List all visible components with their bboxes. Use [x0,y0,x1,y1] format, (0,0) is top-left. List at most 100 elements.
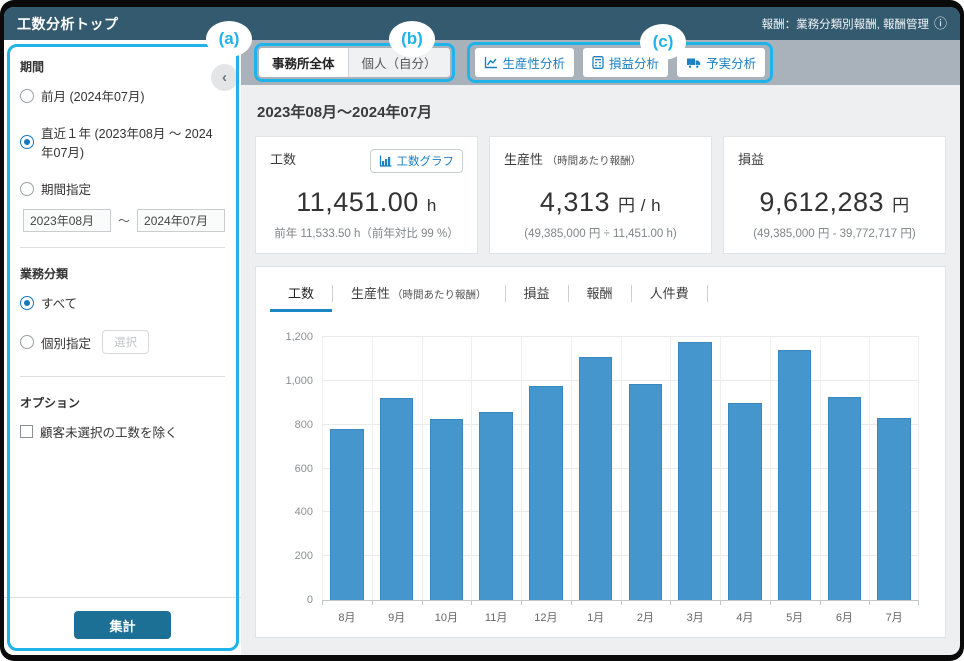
bar-chart: 02004006008001,0001,200 8月9月10月11月12月1月2… [322,337,919,625]
tab-label: 損益 [524,283,550,302]
profit-loss-sub: (49,385,000 円 - 39,772,717 円) [738,225,931,241]
annotation-b: (b) [389,21,435,57]
radio-icon[interactable] [20,89,34,103]
footer-divider [4,597,241,598]
tab-separator [707,285,708,302]
vertical-gridline [422,337,423,600]
budget-actual-analysis-button[interactable]: 予実分析 [677,48,765,77]
radio-label: 個別指定 [41,333,91,352]
category-select-button[interactable]: 選択 [102,330,149,354]
radio-custom-period[interactable]: 期間指定 [20,179,225,198]
chart-bar[interactable] [430,419,463,600]
tab-work-hours[interactable]: 工数 [270,275,332,311]
title-text: 生産性 [504,152,543,167]
card-title: 生産性 （時間あたり報酬） [504,149,641,168]
annotation-border-c: 生産性分析 損益分析 予実分析 [467,42,774,83]
work-hours-value: 11,451.00 h [270,187,463,218]
value-number: 9,612,283 [759,187,884,217]
vertical-gridline [918,337,919,600]
header-right-text: 報酬：業務分類別報酬, 報酬管理 [762,16,929,32]
y-axis-tick-label: 400 [295,506,313,518]
checkbox-icon[interactable] [20,425,33,438]
chart-bar[interactable] [778,350,811,600]
value-unit: 円 [892,196,910,215]
profit-loss-value: 9,612,283 円 [738,187,931,218]
radio-label: 期間指定 [41,179,91,198]
tab-label: 報酬 [587,283,613,302]
work-hours-sub: 前年 11,533.50 h（前年対比 99 %） [270,225,463,241]
value-unit: h [427,196,437,215]
chart-bar[interactable] [380,398,413,600]
vertical-gridline [820,337,821,600]
vertical-gridline [621,337,622,600]
header-report-settings: 報酬：業務分類別報酬, 報酬管理 ⓘ [762,16,947,32]
tab-compensation[interactable]: 報酬 [569,275,631,311]
top-toolbar: 事務所全体 個人（自分） 生産性分析 損益分析 予実分析 [241,40,960,85]
title-note: （時間あたり報酬） [547,155,642,167]
vertical-gridline [720,337,721,600]
work-hours-graph-button[interactable]: 工数グラフ [370,149,464,173]
vertical-gridline [869,337,870,600]
bar-chart-icon [379,155,392,167]
radio-icon[interactable] [20,335,34,349]
radio-last-year[interactable]: 直近１年 (2023年08月 ～ 2024年07月) [20,123,225,161]
dashboard-content: 2023年08月～2024年07月 工数 工数グラフ 11,451.00 h 前… [241,85,960,655]
period-inputs-row: ～ [23,209,225,232]
vertical-gridline [322,337,323,600]
radio-category-individual[interactable]: 個別指定 選択 [20,330,225,354]
y-axis-tick-label: 0 [307,594,313,606]
sidebar-divider [20,247,225,248]
chart-bar[interactable] [529,386,562,600]
sidebar-divider [20,376,225,377]
radio-icon[interactable] [20,182,34,196]
radio-icon-checked[interactable] [20,135,34,149]
truck-icon [686,57,701,69]
chart-bar[interactable] [479,412,512,600]
exclude-unselected-checkbox-row[interactable]: 顧客未選択の工数を除く [20,422,225,441]
radio-previous-month[interactable]: 前月 (2024年07月) [20,86,225,105]
tab-label: 人件費 [650,283,689,302]
scope-office-button[interactable]: 事務所全体 [259,48,348,77]
value-number: 11,451.00 [296,187,419,217]
summary-cards: 工数 工数グラフ 11,451.00 h 前年 11,533.50 h（前年対比… [255,136,946,254]
filter-sidebar: ‹ 期間 前月 (2024年07月) 直近１年 (2023年08月 ～ 2024… [4,40,241,655]
chart-bar[interactable] [330,429,363,600]
chart-bar[interactable] [579,357,612,600]
button-label: 予実分析 [706,53,756,72]
aggregate-button[interactable]: 集計 [74,611,171,639]
tab-labor-cost[interactable]: 人件費 [632,275,707,311]
period-to-input[interactable] [137,209,225,232]
card-profit-loss: 損益 9,612,283 円 (49,385,000 円 - 39,772,71… [723,136,946,254]
radio-icon-checked[interactable] [20,296,34,310]
tab-profit-loss[interactable]: 損益 [506,275,568,311]
period-from-input[interactable] [23,209,111,232]
tab-productivity[interactable]: 生産性（時間あたり報酬） [333,275,505,311]
x-axis-tick-label: 12月 [521,609,571,625]
chart-bar[interactable] [678,342,711,600]
sidebar-collapse-button[interactable]: ‹ [211,64,238,91]
vertical-gridline [471,337,472,600]
period-section-label: 期間 [20,58,225,75]
y-axis-tick-label: 800 [295,419,313,431]
chart-bar[interactable] [728,403,761,600]
card-title: 損益 [738,149,764,168]
card-title: 工数 [270,149,296,168]
productivity-sub: (49,385,000 円 ÷ 11,451.00 h) [504,225,697,241]
vertical-gridline [571,337,572,600]
checkbox-label: 顧客未選択の工数を除く [40,422,178,441]
app-body: ‹ 期間 前月 (2024年07月) 直近１年 (2023年08月 ～ 2024… [4,40,960,655]
category-section-label: 業務分類 [20,265,225,282]
info-icon[interactable]: ⓘ [934,17,947,30]
annotation-a: (a) [206,21,252,57]
radio-category-all[interactable]: すべて [20,293,225,312]
chart-bar[interactable] [877,418,910,600]
tilde-separator: ～ [118,212,130,229]
calculator-icon [592,56,604,69]
vertical-gridline [372,337,373,600]
chart-bar[interactable] [629,384,662,600]
x-axis-tick-label: 5月 [770,609,820,625]
x-axis-tick-label: 1月 [571,609,621,625]
x-axis-tick-label: 8月 [322,609,372,625]
chart-bar[interactable] [828,397,861,600]
productivity-analysis-button[interactable]: 生産性分析 [475,48,575,77]
